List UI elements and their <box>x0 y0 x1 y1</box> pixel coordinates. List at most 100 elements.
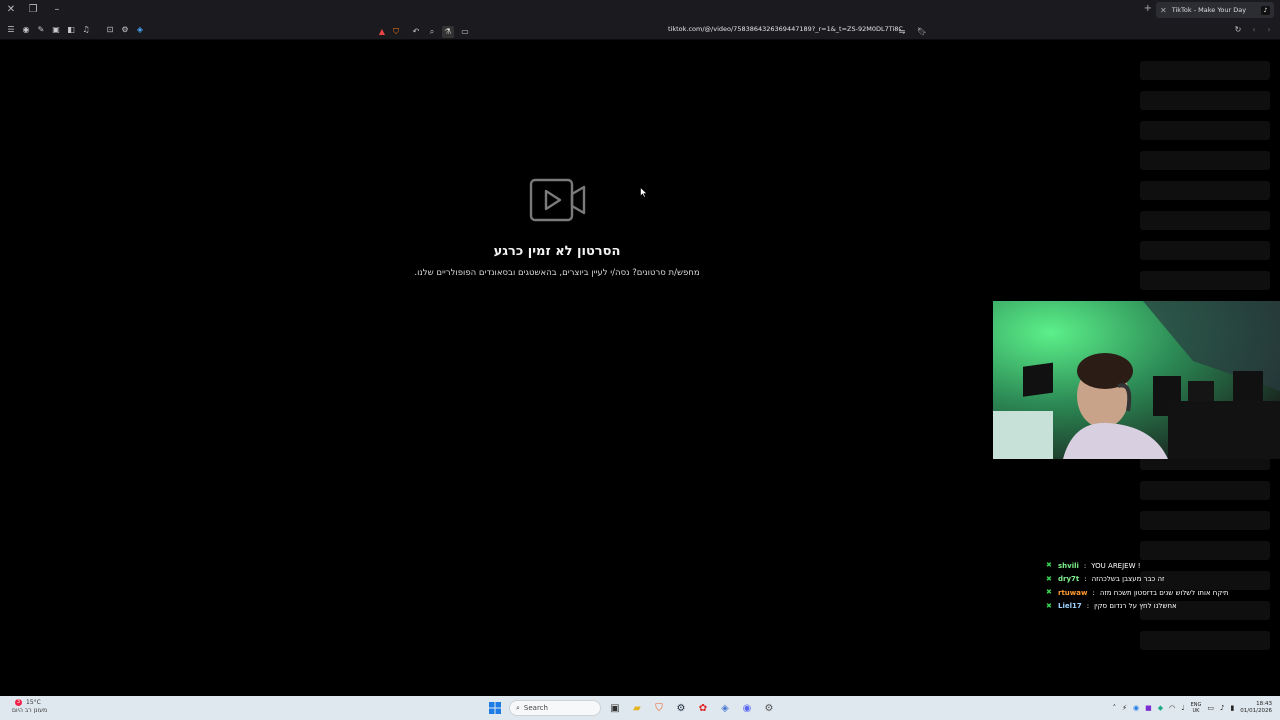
mouse-cursor-icon <box>640 187 648 198</box>
back-arrow-icon[interactable]: ‹ <box>1248 24 1260 36</box>
chat-text: זה כבר מעצבן בשלכהזה <box>1091 575 1165 584</box>
skeleton-row <box>1140 241 1270 260</box>
webcam-overlay <box>993 301 1280 459</box>
taskbar-apps: ⌕ Search ▣ ▰ ⛉ ⚙ ✿ ◈ ◉ ⚙ <box>487 699 777 717</box>
chat-text: YOU AREJEW ! <box>1091 561 1141 570</box>
chat-username: rtuwaw <box>1058 588 1088 597</box>
url-text[interactable]: tiktok.com/@/video/7583864326369447189?_… <box>668 25 903 33</box>
taskbar-search[interactable]: ⌕ Search <box>509 700 601 716</box>
skeleton-row <box>1140 61 1270 80</box>
mic-icon[interactable]: ♩ <box>1181 704 1184 712</box>
back-icon[interactable]: ↶ <box>410 26 422 38</box>
skeleton-row <box>1140 121 1270 140</box>
chat-username: Liel17 <box>1058 602 1082 611</box>
chat-text: תיקח אותו לשלוש שנים בדזסטון תשכח מזה <box>1099 588 1229 597</box>
chat-badge-icon: ✖ <box>1046 561 1052 570</box>
skeleton-row <box>1140 271 1270 290</box>
tab-tiktok[interactable]: ✕ TikTok - Make Your Day ♪ <box>1156 2 1274 18</box>
page-title: הסרטון לא זמין כרגע <box>493 244 621 259</box>
reload-icon[interactable]: ↻ <box>1232 24 1244 36</box>
taskbar: 3 15°C מעונן רב היום ⌕ Search ▣ ▰ ⛉ ⚙ ✿ … <box>0 696 1280 720</box>
video-unavailable-icon <box>529 178 586 222</box>
cast-icon[interactable]: ▭ <box>459 26 471 38</box>
skeleton-row <box>1140 511 1270 530</box>
restore-window-icon[interactable]: ❐ <box>26 3 40 17</box>
weather-widget[interactable]: 3 15°C מעונן רב היום <box>12 699 47 714</box>
sidebar-icon[interactable]: ◧ <box>65 24 77 36</box>
volume-icon[interactable]: ♪ <box>1220 704 1224 712</box>
title-bar: ✕ ❐ – + ✕ TikTok - Make Your Day ♪ <box>0 0 1280 20</box>
page-content: הסרטון לא זמין כרגע מחפש/ת סרטונים? נסה/… <box>0 41 1280 696</box>
display-icon[interactable]: ▭ <box>1207 704 1214 712</box>
tray-app-icon[interactable]: ◆ <box>1158 704 1163 712</box>
skeleton-row <box>1140 541 1270 560</box>
chat-message: ✖ dry7t : זה כבר מעצבן בשלכהזה <box>1046 574 1165 584</box>
skeleton-row <box>1140 631 1270 650</box>
tiktok-favicon-icon: ♪ <box>1261 5 1270 15</box>
chat-username: shvili <box>1058 561 1079 570</box>
brave-browser-icon[interactable]: ⛉ <box>651 700 667 716</box>
settings-icon[interactable]: ⚙ <box>761 700 777 716</box>
new-tab-button[interactable]: + <box>1144 3 1152 14</box>
chat-message: ✖ shvili : YOU AREJEW ! <box>1046 561 1141 570</box>
clock-date: 01/01/2026 <box>1240 708 1272 714</box>
chat-username: dry7t <box>1058 575 1080 584</box>
task-view-icon[interactable]: ▣ <box>607 700 623 716</box>
extensions-icon[interactable]: ⚙ <box>119 24 131 36</box>
forward-arrow-icon[interactable]: › <box>1263 24 1275 36</box>
skeleton-row <box>1140 481 1270 500</box>
weather-badge: 3 <box>15 699 22 706</box>
start-icon[interactable] <box>487 700 503 716</box>
zoom-icon[interactable]: ⌕ <box>426 26 438 38</box>
tray-app-icon[interactable]: ◉ <box>1133 704 1139 712</box>
minimize-window-icon[interactable]: – <box>50 3 64 17</box>
vpn-icon[interactable]: ◈ <box>134 24 146 36</box>
share-icon[interactable]: ⇋ <box>896 26 908 38</box>
chat-message: ✖ Liel17 : אחשלנו לחץ על רנדום סקין <box>1046 601 1177 611</box>
screenshot-icon[interactable]: ⊡ <box>104 24 116 36</box>
skeleton-row <box>1140 211 1270 230</box>
reader-icon[interactable]: ⚗ <box>442 26 454 38</box>
tab-title: TikTok - Make Your Day <box>1171 6 1247 14</box>
weather-desc: מעונן רב היום <box>12 707 48 714</box>
chat-message: ✖ rtuwaw : תיקח אותו לשלוש שנים בדזסטון … <box>1046 588 1229 597</box>
screen: ✕ ❐ – + ✕ TikTok - Make Your Day ♪ ☰ ◉ ✎… <box>0 0 1280 720</box>
bookmark-icon[interactable]: 🔖︎ <box>916 26 928 38</box>
system-tray: ˄ ⚡︎ ◉ ■ ◆ ◠ ♩ ENG UK ▭ ♪ ▮ 18:43 01/01/… <box>1113 699 1272 717</box>
tray-app-icon[interactable]: ■ <box>1145 704 1152 712</box>
wifi-icon[interactable]: ◠ <box>1169 704 1175 712</box>
skeleton-row <box>1140 91 1270 110</box>
search-icon: ⌕ <box>516 703 520 712</box>
chevron-up-icon[interactable]: ˄ <box>1113 704 1117 712</box>
skeleton-row <box>1140 181 1270 200</box>
address-bar[interactable]: ▲ ⛉ ↶ ⌕ ⚗ ▭ tiktok.com/@/video/758386432… <box>372 22 932 38</box>
vpn-app-icon[interactable]: ◈ <box>717 700 733 716</box>
steam-icon[interactable]: ⚙ <box>673 700 689 716</box>
close-window-icon[interactable]: ✕ <box>4 3 18 17</box>
app-icon[interactable]: ✿ <box>695 700 711 716</box>
brave-shield-icon[interactable]: ⛉ <box>390 26 402 38</box>
battery-icon[interactable]: ▮ <box>1230 704 1234 712</box>
tab-view-icon[interactable]: ▣ <box>50 24 62 36</box>
lang-region: UK <box>1192 708 1200 714</box>
language-indicator[interactable]: ENG UK <box>1191 702 1202 714</box>
brave-rewards-icon[interactable]: ▲ <box>376 26 388 38</box>
clock-time: 18:43 <box>1256 701 1272 707</box>
chat-text: אחשלנו לחץ על רנדום סקין <box>1094 602 1177 611</box>
tray-app-icon[interactable]: ⚡︎ <box>1122 704 1127 712</box>
browser-toolbar: ☰ ◉ ✎ ▣ ◧ ♫ ⊡ ⚙ ◈ ▲ ⛉ ↶ ⌕ ⚗ ▭ tiktok.com… <box>0 20 1280 40</box>
location-icon[interactable]: ◉ <box>20 24 32 36</box>
clock[interactable]: 18:43 01/01/2026 <box>1240 701 1272 715</box>
menu-icon[interactable]: ☰ <box>5 24 17 36</box>
chat-badge-icon: ✖ <box>1046 588 1052 597</box>
skeleton-row <box>1140 151 1270 170</box>
page-subtitle: מחפש/ת סרטונים? נסה/י לעיין ביוצרים, בהא… <box>414 268 700 278</box>
discord-icon[interactable]: ◉ <box>739 700 755 716</box>
file-explorer-icon[interactable]: ▰ <box>629 700 645 716</box>
close-tab-icon[interactable]: ✕ <box>1160 6 1167 15</box>
search-placeholder: Search <box>523 704 548 712</box>
chat-badge-icon: ✖ <box>1046 601 1052 610</box>
music-icon[interactable]: ♫ <box>80 24 92 36</box>
chat-overlay: ✖ shvili : YOU AREJEW ! ✖ dry7t : זה כבר… <box>1046 559 1276 613</box>
tools-icon[interactable]: ✎ <box>35 24 47 36</box>
